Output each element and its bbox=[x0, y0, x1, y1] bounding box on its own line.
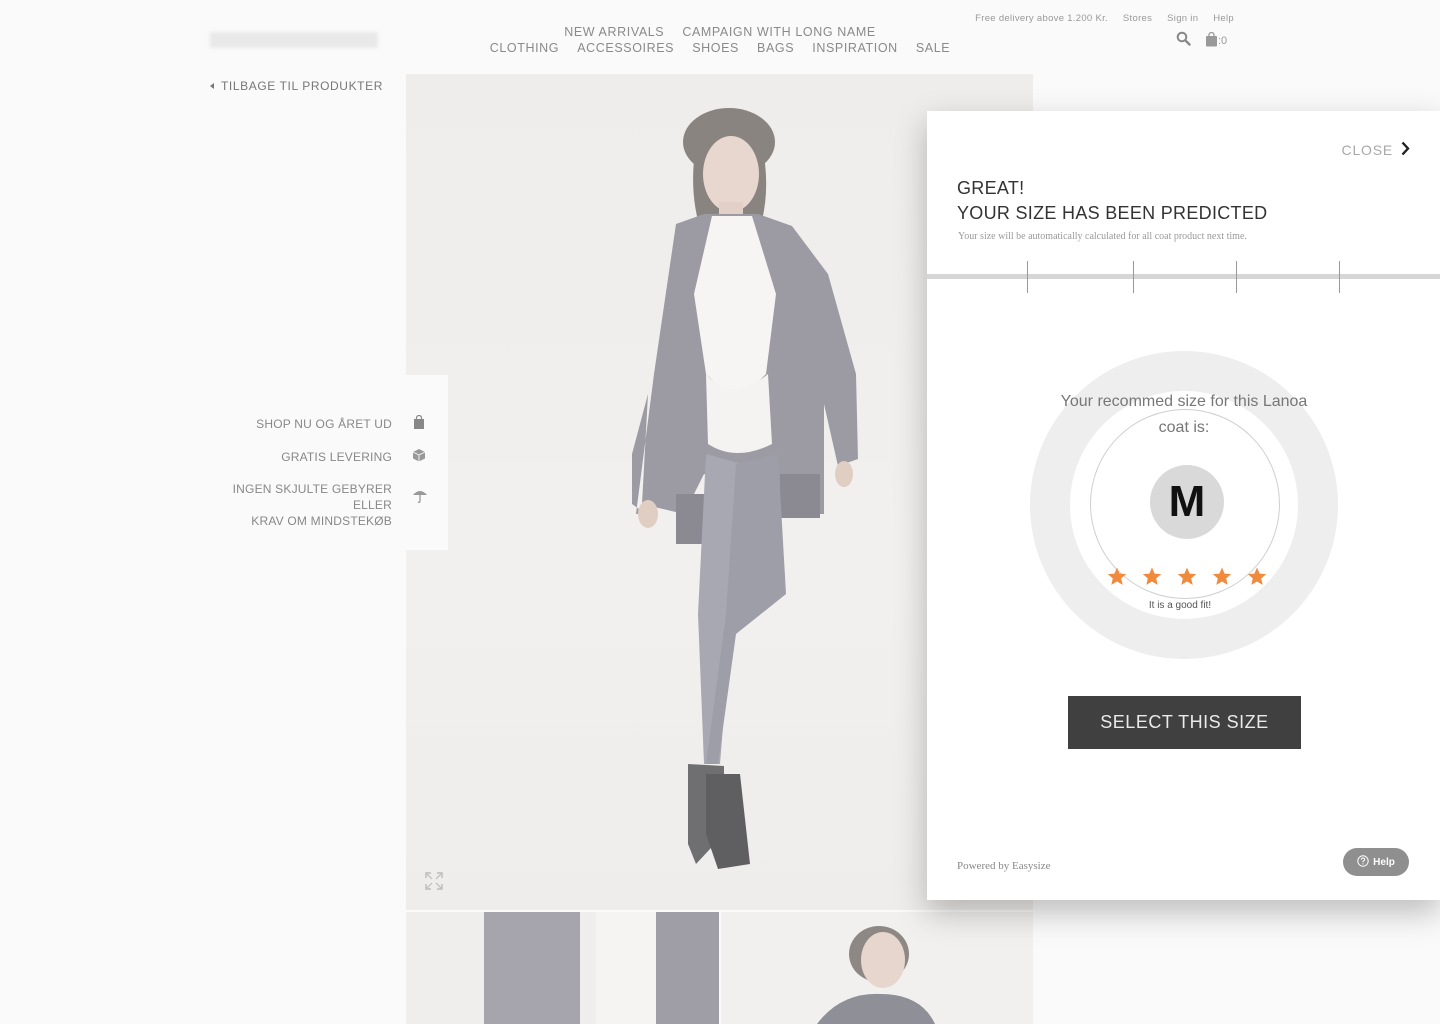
nav-item-sale[interactable]: SALE bbox=[916, 40, 950, 56]
recommendation-text: Your recommed size for this Lanoa coat i… bbox=[1060, 393, 1308, 436]
stores-link[interactable]: Stores bbox=[1123, 13, 1152, 24]
star-icon bbox=[1142, 567, 1162, 591]
nav-item-bags[interactable]: BAGS bbox=[757, 40, 794, 56]
feature-item: GRATIS LEVERING bbox=[281, 450, 392, 464]
delivery-notice: Free delivery above 1.200 Kr. bbox=[975, 13, 1108, 24]
help-link[interactable]: Help bbox=[1213, 13, 1234, 24]
nav-row-top: NEW ARRIVALS CAMPAIGN WITH LONG NAME bbox=[480, 24, 960, 40]
slider-tick bbox=[1339, 261, 1340, 293]
shopping-bag-icon bbox=[412, 414, 426, 429]
close-label: CLOSE bbox=[1341, 142, 1393, 158]
main-navigation: NEW ARRIVALS CAMPAIGN WITH LONG NAME CLO… bbox=[480, 24, 960, 56]
box-icon bbox=[412, 448, 426, 462]
feature-label-line2: KRAV OM MINDSTEKØB bbox=[251, 514, 392, 528]
nav-item-inspiration[interactable]: INSPIRATION bbox=[812, 40, 898, 56]
select-size-button[interactable]: SELECT THIS SIZE bbox=[1068, 696, 1301, 749]
help-button[interactable]: Help bbox=[1343, 848, 1409, 876]
expand-icon[interactable] bbox=[424, 871, 444, 896]
powered-by: Powered by Easysize bbox=[957, 860, 1051, 872]
feature-list: SHOP NU OG ÅRET UD GRATIS LEVERING INGEN… bbox=[210, 375, 448, 550]
fit-text: It is a good fit! bbox=[1148, 600, 1212, 611]
header-icons: :0 bbox=[1176, 31, 1227, 51]
cart-count: :0 bbox=[1218, 35, 1228, 47]
feature-label-line1: INGEN SKJULTE GEBYRER ELLER bbox=[232, 482, 392, 512]
recommended-size-badge: M bbox=[1150, 465, 1224, 539]
feature-icons-panel bbox=[406, 375, 448, 550]
help-button-label: Help bbox=[1373, 856, 1395, 868]
product-thumbnail[interactable] bbox=[721, 912, 1033, 1024]
thumbnail-image bbox=[817, 926, 935, 1024]
star-icon bbox=[1107, 567, 1127, 591]
slider-tick bbox=[1027, 261, 1028, 293]
back-to-products-link[interactable]: TILBAGE TIL PRODUKTER bbox=[210, 79, 383, 93]
brand-logo[interactable] bbox=[210, 32, 378, 48]
fit-rating bbox=[1107, 567, 1267, 591]
star-icon bbox=[1177, 567, 1197, 591]
nav-row-bottom: CLOTHING ACCESSOIRES SHOES BAGS INSPIRAT… bbox=[480, 40, 960, 56]
slider-tick bbox=[1236, 261, 1237, 293]
size-prediction-modal: CLOSE GREAT! YOUR SIZE HAS BEEN PREDICTE… bbox=[927, 111, 1440, 900]
shopping-bag-icon bbox=[1205, 31, 1218, 50]
nav-item-shoes[interactable]: SHOES bbox=[692, 40, 739, 56]
nav-item-campaign[interactable]: CAMPAIGN WITH LONG NAME bbox=[682, 24, 875, 40]
feature-item: SHOP NU OG ÅRET UD bbox=[256, 417, 392, 431]
nav-item-clothing[interactable]: CLOTHING bbox=[490, 40, 559, 56]
modal-subtitle: Your size will be automatically calculat… bbox=[958, 231, 1247, 242]
slider-track bbox=[927, 274, 1440, 279]
feature-item: INGEN SKJULTE GEBYRER ELLER KRAV OM MIND… bbox=[210, 481, 392, 529]
back-link-label: TILBAGE TIL PRODUKTER bbox=[221, 79, 383, 93]
cart-button[interactable]: :0 bbox=[1205, 31, 1228, 50]
close-button[interactable]: CLOSE bbox=[1342, 141, 1410, 159]
thumbnail-image bbox=[484, 912, 719, 1024]
chevron-right-icon bbox=[1401, 141, 1410, 159]
question-circle-icon bbox=[1357, 854, 1369, 870]
star-icon bbox=[1212, 567, 1232, 591]
size-scale-slider[interactable] bbox=[927, 261, 1440, 295]
product-thumbnail[interactable] bbox=[406, 912, 719, 1024]
caret-left-icon bbox=[210, 83, 214, 89]
umbrella-icon bbox=[412, 488, 427, 503]
nav-item-accessoires[interactable]: ACCESSOIRES bbox=[577, 40, 674, 56]
slider-tick bbox=[1133, 261, 1134, 293]
modal-heading: YOUR SIZE HAS BEEN PREDICTED bbox=[957, 203, 1268, 223]
search-icon[interactable] bbox=[1176, 31, 1191, 51]
modal-title: GREAT! bbox=[957, 178, 1025, 198]
nav-item-new-arrivals[interactable]: NEW ARRIVALS bbox=[564, 24, 664, 40]
star-icon bbox=[1247, 567, 1267, 591]
utility-links: Free delivery above 1.200 Kr. Stores Sig… bbox=[963, 13, 1234, 24]
sign-in-link[interactable]: Sign in bbox=[1167, 13, 1198, 24]
